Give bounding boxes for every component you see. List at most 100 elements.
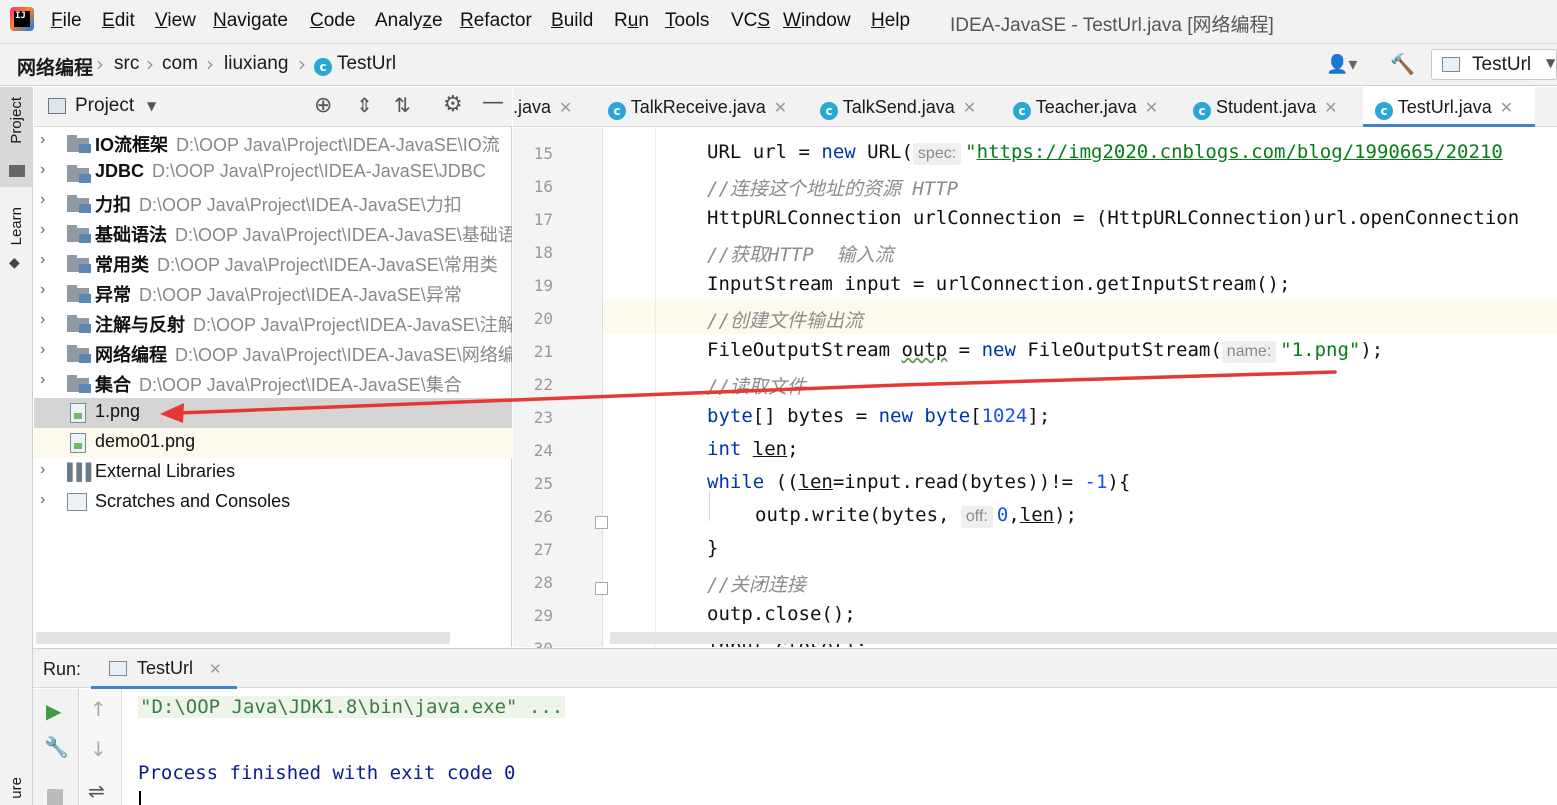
horizontal-scrollbar[interactable]: [610, 632, 1557, 644]
code-line[interactable]: outp.close();: [707, 603, 856, 625]
breadcrumb-package[interactable]: liuxiang: [224, 53, 288, 75]
chevron-right-icon[interactable]: ›: [40, 131, 45, 149]
url-link[interactable]: https://img2020.cnblogs.com/blog/1990665…: [977, 141, 1503, 163]
run-tab[interactable]: TestUrl ✕: [91, 649, 237, 689]
close-icon[interactable]: ✕: [559, 100, 572, 117]
chevron-right-icon[interactable]: ›: [40, 461, 45, 479]
close-icon[interactable]: ✕: [774, 100, 787, 117]
code-line[interactable]: HttpURLConnection urlConnection = (HttpU…: [707, 207, 1519, 229]
learn-tool-tab-label: Learn: [8, 207, 25, 246]
code-line[interactable]: InputStream input = urlConnection.getInp…: [707, 273, 1290, 295]
editor-tab[interactable]: c Student.java ✕: [1193, 87, 1360, 127]
editor-tab-active[interactable]: c TestUrl.java ✕: [1363, 87, 1535, 127]
tree-item-file-selected[interactable]: 1.png: [34, 398, 512, 428]
project-tool-tab[interactable]: Project: [0, 87, 33, 187]
project-panel-title[interactable]: Project: [75, 95, 134, 117]
menu-help[interactable]: Help: [871, 10, 910, 32]
menu-code[interactable]: Code: [310, 10, 355, 32]
code-line-comment[interactable]: //关闭连接: [707, 570, 806, 597]
menu-window[interactable]: Window: [783, 10, 851, 32]
code-line[interactable]: byte[] bytes = new byte[1024];: [707, 405, 1050, 427]
chevron-right-icon[interactable]: ›: [40, 221, 45, 239]
fold-marker-icon[interactable]: [595, 516, 608, 529]
chevron-right-icon[interactable]: ›: [40, 491, 45, 509]
menu-refactor[interactable]: Refactor: [460, 10, 532, 32]
build-hammer-icon[interactable]: 🔨: [1390, 52, 1415, 76]
breadcrumb-project[interactable]: 网络编程: [17, 53, 93, 80]
structure-tool-tab[interactable]: ure: [8, 777, 25, 799]
chevron-right-icon[interactable]: ›: [40, 341, 45, 359]
chevron-right-icon[interactable]: ›: [40, 311, 45, 329]
close-icon[interactable]: ✕: [209, 660, 222, 678]
chevron-right-icon[interactable]: ›: [40, 281, 45, 299]
code-line-comment[interactable]: //读取文件: [707, 372, 806, 399]
menu-edit[interactable]: Edit: [102, 10, 135, 32]
tree-item-module[interactable]: › 集合 D:\OOP Java\Project\IDEA-JavaSE\集合: [34, 368, 512, 398]
line-number: 15: [533, 144, 553, 163]
soft-wrap-icon[interactable]: ⇌: [88, 779, 105, 803]
menu-build[interactable]: Build: [551, 10, 593, 32]
tree-item-module[interactable]: › IO流框架 D:\OOP Java\Project\IDEA-JavaSE\I…: [34, 128, 512, 158]
project-panel: Project ▼ ⊕ ⇕ ⇅ ⚙ — › IO流框架 D:\OOP Java\P…: [34, 87, 512, 647]
expand-all-icon[interactable]: ⇕: [356, 93, 373, 117]
chevron-right-icon[interactable]: ›: [40, 251, 45, 269]
tree-item-module[interactable]: › 力扣 D:\OOP Java\Project\IDEA-JavaSE\力扣: [34, 188, 512, 218]
wrench-icon[interactable]: 🔧: [44, 735, 69, 759]
locate-crosshair-icon[interactable]: ⊕: [314, 93, 332, 118]
chevron-right-icon[interactable]: ›: [40, 371, 45, 389]
breadcrumb-com[interactable]: com: [162, 53, 198, 75]
collapse-all-icon[interactable]: ⇅: [394, 93, 411, 117]
breadcrumb-class[interactable]: c TestUrl: [314, 53, 396, 76]
menu-vcs[interactable]: VCS: [731, 10, 770, 32]
horizontal-scrollbar[interactable]: [36, 632, 450, 644]
breadcrumb-separator-icon: ›: [146, 52, 154, 76]
gear-icon[interactable]: ⚙: [443, 92, 463, 117]
stop-icon[interactable]: [47, 789, 63, 805]
menu-analyze[interactable]: Analyze: [375, 10, 443, 32]
code-line[interactable]: outp.write(bytes, off: 0,len);: [755, 504, 1077, 528]
rerun-play-icon[interactable]: ▶: [46, 699, 61, 723]
tree-item-scratches[interactable]: › Scratches and Consoles: [34, 488, 512, 518]
menu-file[interactable]: File: [51, 10, 82, 32]
tree-item-module[interactable]: › 注解与反射 D:\OOP Java\Project\IDEA-JavaSE\注…: [34, 308, 512, 338]
editor-tab[interactable]: c Teacher.java ✕: [1013, 87, 1173, 127]
chevron-right-icon[interactable]: ›: [40, 191, 45, 209]
hide-panel-icon[interactable]: —: [482, 90, 504, 115]
learn-tool-tab[interactable]: Learn ◆: [0, 199, 33, 279]
arrow-up-icon[interactable]: ↑: [90, 697, 107, 721]
editor-tab[interactable]: c TalkSend.java ✕: [820, 87, 992, 127]
code-line[interactable]: while ((len=input.read(bytes))!= -1){: [707, 471, 1130, 493]
arrow-down-icon[interactable]: ↓: [90, 737, 107, 761]
editor-tab[interactable]: c TalkReceive.java ✕: [608, 87, 806, 127]
code-line[interactable]: }: [707, 537, 718, 559]
tree-item-module[interactable]: › 基础语法 D:\OOP Java\Project\IDEA-JavaSE\基础…: [34, 218, 512, 248]
code-line[interactable]: int len;: [707, 438, 799, 460]
menu-run[interactable]: Run: [614, 10, 649, 32]
close-icon[interactable]: ✕: [963, 100, 976, 117]
chevron-right-icon[interactable]: ›: [40, 161, 45, 179]
run-config-selector[interactable]: TestUrl ▼: [1431, 49, 1557, 80]
code-line-comment[interactable]: //获取HTTP 输入流: [707, 240, 894, 267]
tree-item-module[interactable]: › 网络编程 D:\OOP Java\Project\IDEA-JavaSE\网络…: [34, 338, 512, 368]
tree-item-external-libraries[interactable]: › ▌▌▌ External Libraries: [34, 458, 512, 488]
menu-tools[interactable]: Tools: [665, 10, 709, 32]
user-icon[interactable]: 👤▾: [1326, 54, 1357, 75]
close-icon[interactable]: ✕: [1145, 100, 1158, 117]
chevron-down-icon[interactable]: ▼: [147, 99, 156, 113]
fold-marker-icon[interactable]: [595, 582, 608, 595]
tree-item-label: 基础语法 D:\OOP Java\Project\IDEA-JavaSE\基础语: [95, 225, 512, 245]
code-line[interactable]: FileOutputStream outp = new FileOutputSt…: [707, 339, 1383, 363]
close-icon[interactable]: ✕: [1324, 100, 1337, 117]
tree-item-module[interactable]: › 异常 D:\OOP Java\Project\IDEA-JavaSE\异常: [34, 278, 512, 308]
tree-item-file[interactable]: demo01.png: [34, 428, 512, 458]
menu-view[interactable]: View: [155, 10, 196, 32]
code-line-comment[interactable]: //连接这个地址的资源 HTTP: [707, 174, 958, 201]
code-line-comment[interactable]: //创建文件输出流: [707, 306, 863, 333]
menu-navigate[interactable]: Navigate: [213, 10, 288, 32]
close-icon[interactable]: ✕: [1500, 100, 1513, 117]
breadcrumb-src[interactable]: src: [114, 53, 139, 75]
code-line[interactable]: URL url = new URL(spec: "https://img2020.…: [707, 141, 1503, 165]
editor-tab[interactable]: .java ✕: [513, 87, 601, 127]
tree-item-module[interactable]: › 常用类 D:\OOP Java\Project\IDEA-JavaSE\常用类: [34, 248, 512, 278]
tree-item-module[interactable]: › JDBC D:\OOP Java\Project\IDEA-JavaSE\JD…: [34, 158, 512, 188]
